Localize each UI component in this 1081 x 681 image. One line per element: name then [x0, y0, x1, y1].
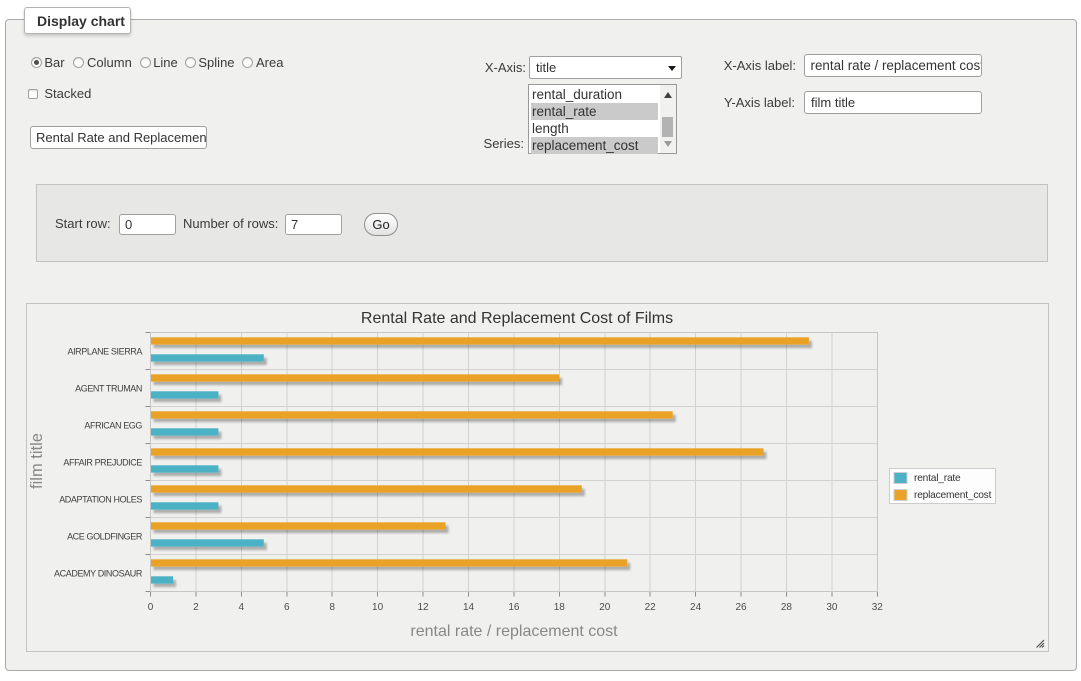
svg-text:20: 20 [599, 602, 611, 613]
svg-text:22: 22 [645, 602, 657, 613]
svg-text:film title: film title [28, 433, 46, 489]
svg-text:12: 12 [417, 602, 429, 613]
svg-text:replacement_cost: replacement_cost [914, 490, 992, 501]
svg-text:2: 2 [193, 602, 199, 613]
svg-text:32: 32 [872, 602, 884, 613]
svg-text:28: 28 [781, 602, 793, 613]
svg-text:24: 24 [690, 602, 702, 613]
svg-text:AIRPLANE SIERRA: AIRPLANE SIERRA [67, 347, 142, 357]
svg-text:AGENT TRUMAN: AGENT TRUMAN [75, 384, 142, 394]
svg-text:6: 6 [284, 602, 290, 613]
svg-text:ADAPTATION HOLES: ADAPTATION HOLES [59, 495, 142, 505]
svg-text:0: 0 [148, 602, 154, 613]
svg-text:rental_rate: rental_rate [914, 473, 961, 484]
svg-text:16: 16 [508, 602, 520, 613]
svg-text:8: 8 [329, 602, 335, 613]
svg-text:rental rate / replacement cost: rental rate / replacement cost [410, 623, 618, 640]
svg-text:ACE GOLDFINGER: ACE GOLDFINGER [67, 532, 143, 542]
svg-text:ACADEMY DINOSAUR: ACADEMY DINOSAUR [54, 569, 143, 579]
svg-text:AFRICAN EGG: AFRICAN EGG [84, 421, 142, 431]
svg-text:4: 4 [239, 602, 245, 613]
svg-text:18: 18 [554, 602, 566, 613]
svg-text:Rental Rate and Replacement Co: Rental Rate and Replacement Cost of Film… [361, 310, 673, 327]
svg-text:26: 26 [735, 602, 747, 613]
svg-text:AFFAIR PREJUDICE: AFFAIR PREJUDICE [63, 458, 142, 468]
svg-text:14: 14 [463, 602, 475, 613]
svg-text:30: 30 [826, 602, 838, 613]
svg-text:10: 10 [372, 602, 384, 613]
